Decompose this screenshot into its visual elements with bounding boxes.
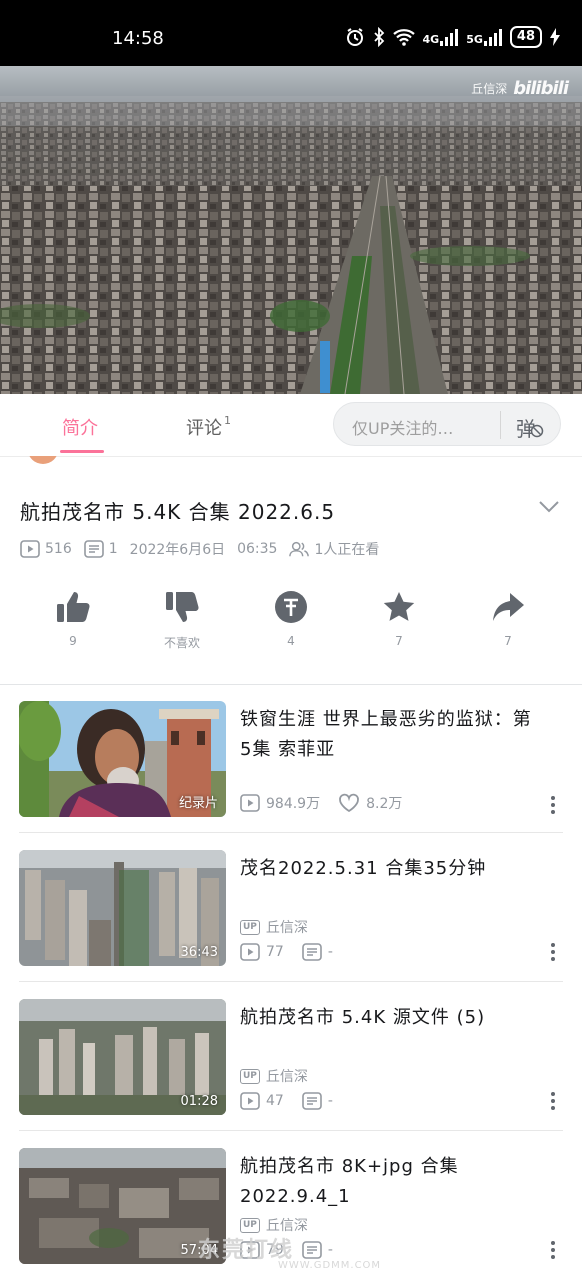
related-video-stats: 984.9万 8.2万 [240, 793, 420, 813]
divider [19, 1130, 563, 1131]
danmaku-icon [302, 1092, 322, 1110]
more-options-icon[interactable] [548, 942, 558, 962]
like-count: 8.2万 [366, 796, 403, 812]
related-video-title: 航拍茂名市 8K+jpg 合集 2022.9.4_1 [240, 1156, 459, 1207]
uploader-strip [0, 456, 582, 464]
play-count-icon [240, 943, 260, 961]
chevron-down-icon[interactable] [538, 498, 560, 514]
up-badge: UP [240, 1217, 260, 1233]
avatar[interactable] [28, 456, 58, 464]
video-player[interactable]: 丘信深 bilibili [0, 66, 582, 394]
star-icon [383, 592, 415, 621]
related-video-stats: 47 - [240, 1092, 351, 1110]
tab-bar: 简介 评论 1 仅UP关注的… 弹 [0, 394, 582, 457]
divider [19, 981, 563, 982]
up-badge: UP [240, 1068, 260, 1084]
divider [500, 411, 501, 439]
danmaku-toggle-button[interactable]: 弹 [514, 412, 546, 441]
coin-button[interactable]: 4 [246, 590, 336, 648]
signal-4g: 4G [423, 28, 459, 46]
signal-5g: 5G [466, 28, 502, 46]
danmaku-icon [83, 540, 104, 558]
heart-icon [339, 793, 359, 813]
tab-active-indicator [60, 450, 104, 453]
uploader-name: 丘信深 [265, 920, 308, 936]
people-icon [289, 541, 310, 557]
danmaku-icon [302, 943, 322, 961]
publish-date: 2022年6月6日 [129, 542, 226, 558]
more-options-icon[interactable] [548, 1240, 558, 1260]
signal-icon [440, 28, 459, 46]
video-thumbnail[interactable]: 01:28 [19, 999, 226, 1115]
related-video-title: 茂名2022.5.31 合集35分钟 [240, 858, 487, 879]
up-badge: UP [240, 919, 260, 935]
uploader-name: 丘信深 [265, 1069, 308, 1085]
related-video-title: 铁窗生涯 世界上最恶劣的监狱：第5集 索菲亚 [240, 709, 532, 760]
action-row: 9 不喜欢 4 7 7 [0, 590, 582, 660]
video-category-badge: 纪录片 [178, 796, 218, 811]
play-count-icon [240, 1092, 260, 1110]
coin-icon [275, 591, 307, 623]
bilibili-logo: bilibili [513, 78, 569, 99]
charging-icon [550, 28, 560, 46]
related-video-stats: 77 - [240, 943, 351, 961]
video-meta: 516 1 2022年6月6日 06:35 1人正在看 [20, 539, 391, 559]
share-button[interactable]: 7 [463, 590, 553, 648]
danmaku-off-icon [530, 424, 544, 438]
danmaku-input-box[interactable]: 仅UP关注的… 弹 [333, 402, 561, 446]
play-count-icon [240, 794, 260, 812]
tab-intro[interactable]: 简介 [62, 414, 98, 440]
dislike-button[interactable]: 不喜欢 [137, 590, 227, 651]
signal-icon [483, 28, 502, 46]
like-button[interactable]: 9 [28, 590, 118, 648]
favorite-button[interactable]: 7 [354, 590, 444, 648]
view-count: 47 [266, 1093, 284, 1109]
aerial-city-video-frame [0, 66, 582, 394]
related-video-uploader: UP 丘信深 [240, 917, 308, 937]
play-count-icon [20, 540, 40, 558]
tab-comments[interactable]: 评论 1 [186, 414, 231, 440]
publish-time: 06:35 [237, 541, 278, 557]
alarm-icon [346, 28, 363, 46]
share-icon [493, 593, 524, 621]
video-thumbnail[interactable]: 纪录片 [19, 701, 226, 817]
danmaku-count: 1 [83, 540, 118, 558]
divider [19, 832, 563, 833]
more-options-icon[interactable] [548, 795, 558, 815]
related-video-uploader: UP 丘信深 [240, 1066, 308, 1086]
video-thumbnail[interactable]: 57:04 [19, 1148, 226, 1264]
video-duration: 36:43 [180, 945, 218, 960]
related-video-item[interactable]: 纪录片 铁窗生涯 世界上最恶劣的监狱：第5集 索菲亚 984.9万 8.2万 [0, 685, 582, 833]
site-watermark: 东莞打线 WWW.GDMM.COM [198, 1238, 382, 1271]
danmaku-count: - [327, 1093, 333, 1109]
thumbs-down-icon [166, 592, 199, 622]
video-thumbnail[interactable]: 36:43 [19, 850, 226, 966]
view-count: 516 [20, 540, 72, 558]
related-video-item[interactable]: 01:28 航拍茂名市 5.4K 源文件 (5) UP 丘信深 47 - [0, 983, 582, 1131]
status-bar: 14:58 4G 5G 48 [0, 0, 582, 66]
related-video-item[interactable]: 36:43 茂名2022.5.31 合集35分钟 UP 丘信深 77 - [0, 834, 582, 982]
bluetooth-icon [373, 27, 384, 47]
thumbs-up-icon [57, 592, 90, 622]
danmaku-count: - [327, 944, 333, 960]
battery-icon: 48 [509, 26, 542, 48]
view-count: 984.9万 [266, 796, 321, 812]
more-options-icon[interactable] [548, 1091, 558, 1111]
video-title: 航拍茂名市 5.4K 合集 2022.6.5 [20, 500, 336, 524]
video-duration: 01:28 [180, 1094, 218, 1109]
status-icons: 4G 5G 48 [345, 26, 560, 48]
status-time: 14:58 [112, 28, 164, 49]
video-watermark: 丘信深 bilibili [471, 78, 569, 99]
view-count: 77 [266, 944, 284, 960]
watching-now: 1人正在看 [289, 539, 379, 559]
wifi-icon [392, 29, 415, 46]
danmaku-input[interactable]: 仅UP关注的… [352, 415, 502, 439]
comments-count: 1 [224, 414, 231, 427]
related-video-title: 航拍茂名市 5.4K 源文件 (5) [240, 1007, 486, 1028]
